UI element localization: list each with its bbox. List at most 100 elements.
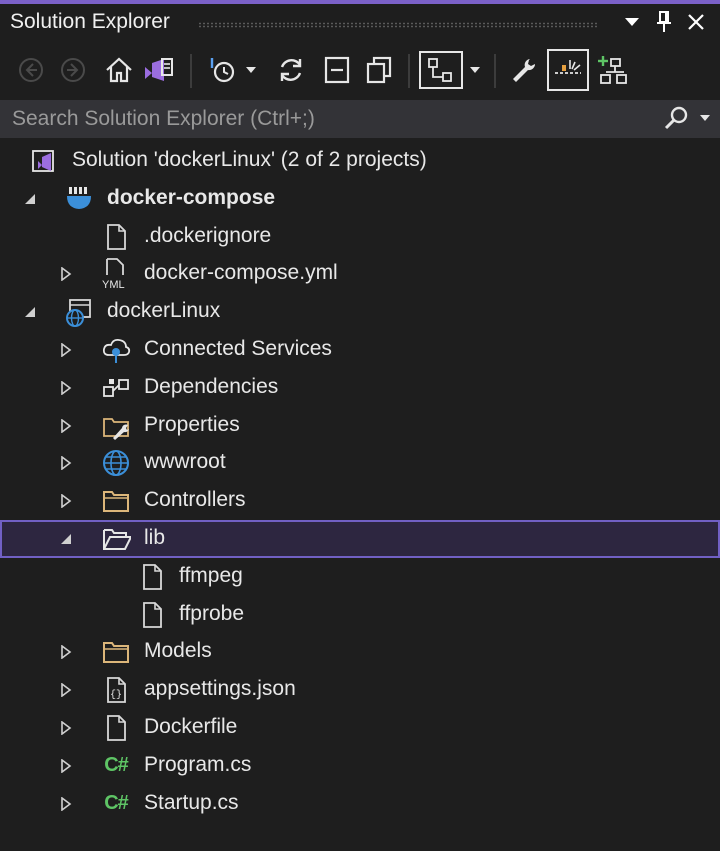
- tree-item-dockerfile[interactable]: Dockerfile: [0, 709, 720, 747]
- tree-item-label: appsettings.json: [144, 677, 296, 701]
- file-icon: [101, 713, 131, 743]
- tree-item-solution[interactable]: Solution 'dockerLinux' (2 of 2 projects): [0, 142, 720, 180]
- expand-triangle-icon[interactable]: [56, 369, 76, 407]
- pending-changes-filter-button[interactable]: [204, 50, 242, 90]
- tree-item-label: lib: [144, 525, 166, 549]
- web-project-icon: [64, 297, 94, 328]
- tree-item-dockerignore[interactable]: .dockerignore: [0, 218, 720, 256]
- file-icon: [137, 562, 167, 592]
- expand-triangle-icon[interactable]: [56, 671, 76, 709]
- toolbar-separator: [190, 54, 192, 88]
- file-icon: [137, 600, 167, 630]
- search-input[interactable]: [0, 100, 650, 138]
- csharp-file-icon: C#: [104, 754, 129, 777]
- tree-item-label: Startup.cs: [144, 790, 239, 814]
- collapse-triangle-icon[interactable]: [56, 520, 76, 558]
- properties-button[interactable]: [504, 50, 542, 90]
- back-button[interactable]: [12, 50, 50, 90]
- expand-triangle-icon[interactable]: [56, 482, 76, 520]
- caret-down-icon: [470, 67, 480, 73]
- expand-triangle-icon[interactable]: [56, 407, 76, 445]
- expand-triangle-icon[interactable]: [56, 747, 76, 785]
- expand-triangle-icon[interactable]: [56, 709, 76, 747]
- folder-icon: [101, 486, 131, 516]
- tree-item-label: Models: [144, 639, 212, 663]
- show-all-files-button[interactable]: [360, 50, 398, 90]
- home-button[interactable]: [100, 50, 138, 90]
- forward-arrow-icon: [61, 58, 85, 82]
- tree-item-ffmpeg[interactable]: ffmpeg: [0, 558, 720, 596]
- preview-tree-icon: [428, 58, 452, 82]
- globe-icon: [101, 448, 131, 478]
- tree-item-label: Program.cs: [144, 752, 252, 776]
- tree-item-docker-compose-yml[interactable]: YML docker-compose.yml: [0, 255, 720, 293]
- pin-button[interactable]: [648, 6, 680, 38]
- new-solution-explorer-view-button[interactable]: [594, 50, 632, 90]
- forward-button[interactable]: [54, 50, 92, 90]
- caret-down-icon: [246, 67, 256, 73]
- caret-down-icon: [625, 18, 639, 26]
- svg-text:{}: {}: [110, 689, 122, 701]
- close-button[interactable]: [680, 6, 712, 38]
- sync-icon: [280, 59, 302, 81]
- tree-item-models[interactable]: Models: [0, 633, 720, 671]
- search-options-button[interactable]: [660, 104, 716, 134]
- collapse-triangle-icon[interactable]: [20, 293, 40, 331]
- panel-title: Solution Explorer: [10, 10, 170, 33]
- window-position-dropdown-button[interactable]: [616, 6, 648, 38]
- vs-solution-icon: [28, 146, 58, 176]
- back-arrow-icon: [19, 58, 43, 82]
- search-icon: [664, 106, 710, 130]
- tree-item-label: docker-compose.yml: [144, 261, 338, 285]
- new-view-tree-icon: [598, 56, 627, 84]
- tree-item-label: Dockerfile: [144, 714, 238, 738]
- connected-services-icon: [101, 335, 131, 365]
- csharp-file-icon: C#: [104, 792, 129, 815]
- tree-item-controllers[interactable]: Controllers: [0, 482, 720, 520]
- tree-item-ffprobe[interactable]: ffprobe: [0, 596, 720, 634]
- expand-triangle-icon[interactable]: [56, 444, 76, 482]
- sync-active-document-icon: [555, 60, 581, 74]
- tree-item-docker-compose[interactable]: docker-compose: [0, 180, 720, 218]
- tree-item-label: Controllers: [144, 488, 246, 512]
- wrench-icon: [513, 59, 536, 82]
- track-active-item-button[interactable]: [547, 49, 589, 91]
- preview-dropdown[interactable]: [464, 50, 486, 90]
- search-box: [0, 100, 720, 138]
- expand-triangle-icon[interactable]: [56, 633, 76, 671]
- tree-item-label: dockerLinux: [107, 299, 221, 323]
- collapse-all-button[interactable]: [318, 50, 356, 90]
- tree-item-lib[interactable]: lib: [0, 519, 720, 558]
- collapse-triangle-icon[interactable]: [20, 180, 40, 218]
- docker-compose-icon: [64, 184, 94, 214]
- tree-item-startup-cs[interactable]: C# Startup.cs: [0, 785, 720, 823]
- sync-button[interactable]: [272, 50, 310, 90]
- show-all-files-icon: [366, 56, 392, 84]
- tree-item-label: Dependencies: [144, 374, 279, 398]
- tree-item-label: ffprobe: [179, 601, 244, 625]
- tree-item-wwwroot[interactable]: wwwroot: [0, 444, 720, 482]
- file-icon: [101, 222, 131, 252]
- expand-triangle-icon[interactable]: [56, 331, 76, 369]
- toolbar-separator: [408, 54, 410, 88]
- tree-item-dependencies[interactable]: Dependencies: [0, 369, 720, 407]
- solution-tree: Solution 'dockerLinux' (2 of 2 projects)…: [0, 142, 720, 822]
- tree-item-program-cs[interactable]: C# Program.cs: [0, 747, 720, 785]
- tree-item-label: Solution 'dockerLinux' (2 of 2 projects): [72, 148, 427, 171]
- preview-selected-items-button[interactable]: [419, 51, 463, 89]
- clock-filter-icon: [210, 58, 235, 83]
- tree-item-connected-services[interactable]: Connected Services: [0, 331, 720, 369]
- drag-grip[interactable]: [198, 22, 598, 28]
- tree-item-label: wwwroot: [144, 450, 226, 474]
- tree-item-properties[interactable]: Properties: [0, 407, 720, 445]
- tree-item-dockerlinux[interactable]: dockerLinux: [0, 293, 720, 331]
- switch-views-button[interactable]: [140, 50, 178, 90]
- json-file-icon: {}: [101, 675, 131, 705]
- tree-item-label: Properties: [144, 412, 240, 436]
- tree-item-appsettings-json[interactable]: {} appsettings.json: [0, 671, 720, 709]
- panel-title-bar[interactable]: Solution Explorer: [0, 4, 720, 42]
- properties-icon: [101, 411, 131, 441]
- pending-changes-dropdown[interactable]: [240, 50, 262, 90]
- expand-triangle-icon[interactable]: [56, 785, 76, 823]
- expand-triangle-icon[interactable]: [56, 255, 76, 293]
